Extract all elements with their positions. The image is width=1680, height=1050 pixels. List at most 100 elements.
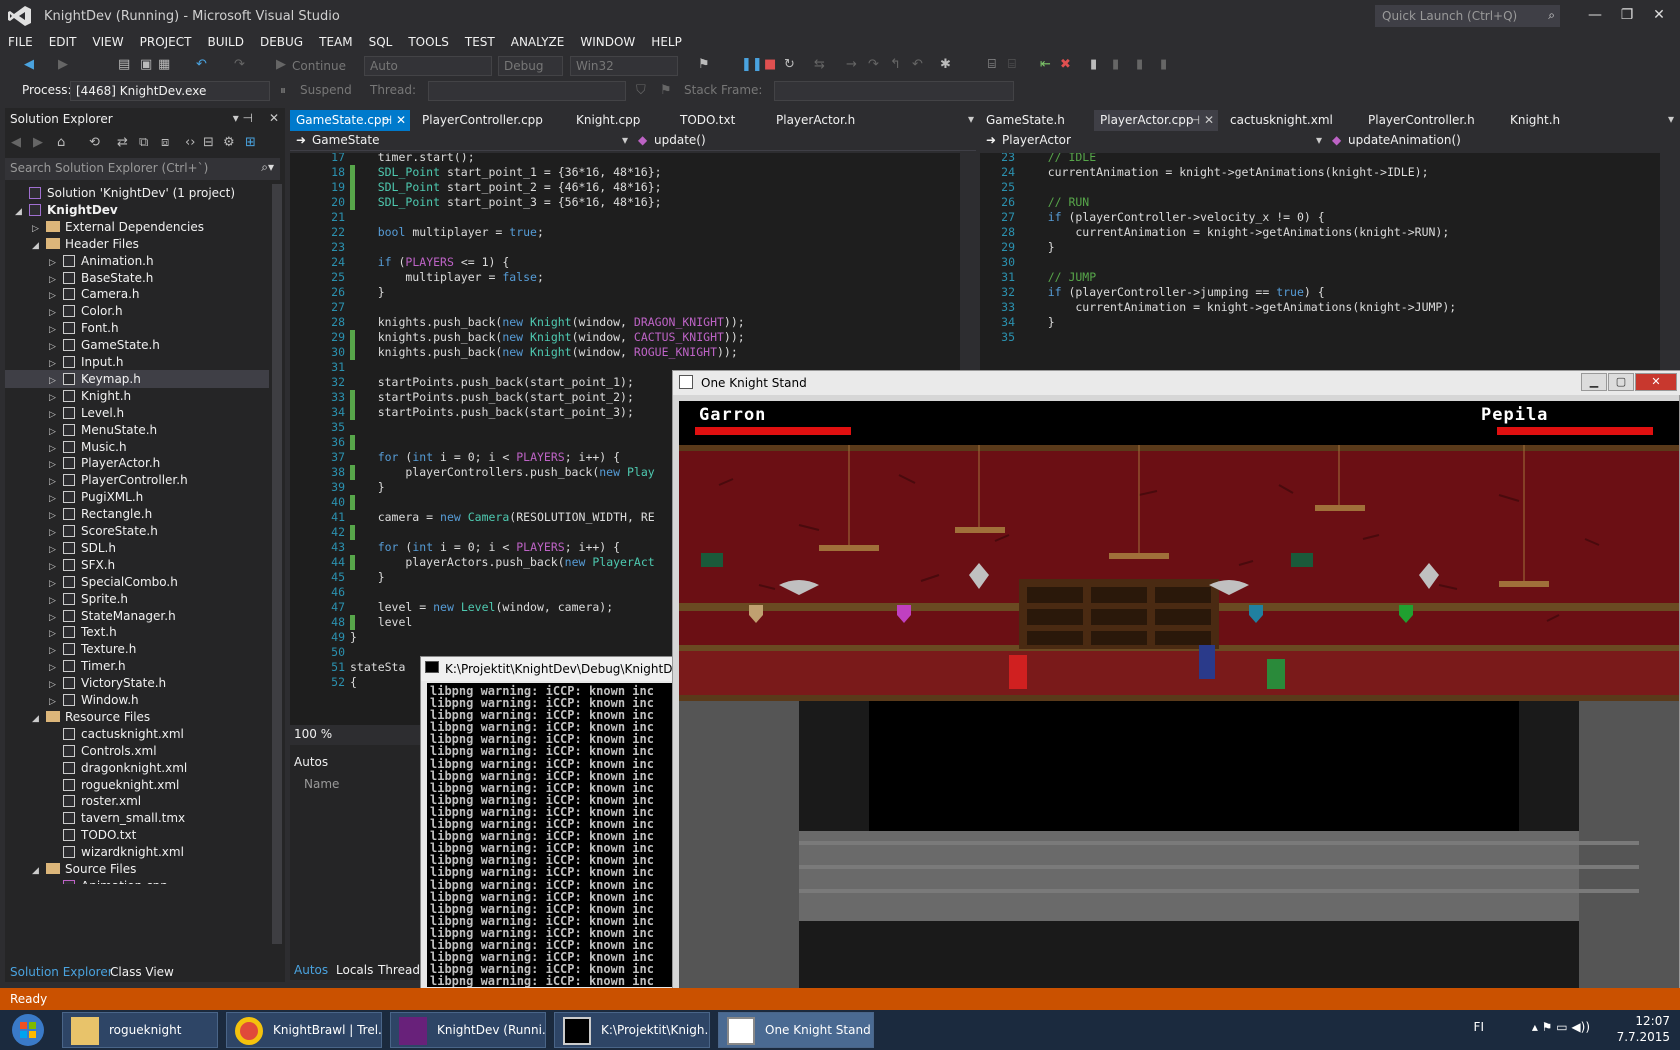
bookmark-icon[interactable]: ▮	[1090, 57, 1097, 72]
tree-item[interactable]: wizardknight.xml	[5, 843, 269, 861]
game-title-bar[interactable]: One Knight Stand ▁ ▢ ✕	[673, 371, 1680, 395]
quick-launch-input[interactable]: Quick Launch (Ctrl+Q) ⌕	[1375, 5, 1560, 27]
start-button-icon[interactable]	[6, 1012, 50, 1048]
bookmark-folder-icon[interactable]: ▮	[1136, 57, 1143, 72]
tree-item[interactable]: TODO.txt	[5, 826, 269, 844]
back-icon[interactable]: ◀	[24, 57, 34, 72]
play-icon[interactable]: ▶	[276, 57, 286, 72]
tree-item[interactable]: ▷ Animation.h	[5, 252, 269, 270]
panel-close-icon[interactable]: ✕	[269, 111, 279, 125]
flag-icon[interactable]: ⚑	[660, 83, 672, 98]
tree-item[interactable]: ▷ StateManager.h	[5, 607, 269, 625]
tab-overflow-icon[interactable]: ▾	[1668, 112, 1674, 126]
clock-time[interactable]: 12:07	[1610, 1014, 1670, 1028]
suspend-icon[interactable]: ⏸	[280, 83, 286, 98]
tree-item[interactable]: ▷ Music.h	[5, 438, 269, 456]
taskbar-console[interactable]: K:\Projektit\Knigh...	[554, 1012, 710, 1048]
tab-locals[interactable]: Locals	[336, 963, 373, 977]
tree-item[interactable]: ◢ Header Files	[5, 235, 269, 253]
tab-knight-h[interactable]: Knight.h	[1504, 110, 1566, 131]
pause-icon[interactable]: ❚❚	[741, 57, 763, 72]
member-dropdown[interactable]: updateAnimation()	[1348, 133, 1461, 147]
tree-item[interactable]: ▷ GameState.h	[5, 336, 269, 354]
zoom-select[interactable]: 100 %	[294, 727, 332, 741]
tab-class-view[interactable]: Class View	[110, 965, 174, 979]
menu-project[interactable]: PROJECT	[132, 32, 200, 52]
menu-file[interactable]: FILE	[0, 32, 41, 52]
console-title-bar[interactable]: K:\Projektit\KnightDev\Debug\KnightDev	[421, 657, 681, 681]
show-all-files-icon[interactable]: ⧈	[161, 135, 169, 150]
redo-icon[interactable]: ↷	[234, 57, 245, 72]
thread-select[interactable]	[428, 81, 626, 101]
tree-item[interactable]: Controls.xml	[5, 742, 269, 760]
expand-icon[interactable]: ▷	[49, 879, 63, 884]
tree-item[interactable]: tavern_small.tmx	[5, 809, 269, 827]
scope-dropdown[interactable]: GameState	[312, 133, 380, 147]
suspend-button[interactable]: Suspend	[300, 83, 352, 97]
tray-icons[interactable]: ▴ ⚑ ▭ ◀))	[1532, 1020, 1590, 1034]
tree-scrollbar[interactable]	[272, 184, 282, 944]
tree-item[interactable]: ▷ Texture.h	[5, 640, 269, 658]
tree-item[interactable]: ◢ Source Files	[5, 860, 269, 878]
pin-icon[interactable]: ▾ ⊣	[233, 111, 253, 125]
game-minimize-button[interactable]: ▁	[1581, 373, 1607, 391]
attach-icon[interactable]: ⚑	[698, 57, 710, 72]
preview-selected-icon[interactable]: ⊞	[245, 135, 256, 150]
tree-item[interactable]: ▷ Text.h	[5, 623, 269, 641]
sync-icon[interactable]: ⟲	[89, 135, 100, 150]
forward-icon[interactable]: ▶	[58, 57, 68, 72]
tab-knight-cpp[interactable]: Knight.cpp	[570, 110, 646, 131]
refresh-icon[interactable]: ⇄	[117, 135, 128, 150]
tree-item[interactable]: ▷ Level.h	[5, 404, 269, 422]
open-icon[interactable]: ▤	[118, 57, 130, 72]
taskbar-rogueknight[interactable]: rogueknight	[62, 1012, 218, 1048]
menu-tools[interactable]: TOOLS	[400, 32, 457, 52]
game-window[interactable]: One Knight Stand ▁ ▢ ✕ Garron Pepila	[672, 370, 1680, 1006]
solution-config-select[interactable]: Auto	[364, 56, 492, 76]
tree-item[interactable]: ▷ BaseState.h	[5, 269, 269, 287]
tree-item[interactable]: ▷ Timer.h	[5, 657, 269, 675]
tree-item[interactable]: ▷ PugiXML.h	[5, 488, 269, 506]
preview-icon[interactable]: ⊟	[203, 135, 214, 150]
taskbar-visual-studio[interactable]: KnightDev (Runni...	[390, 1012, 546, 1048]
platform-select[interactable]: Win32	[570, 56, 678, 76]
taskbar-chrome[interactable]: KnightBrawl | Trel...	[226, 1012, 382, 1048]
clear-bookmarks-icon[interactable]: ✖	[1060, 57, 1071, 72]
menu-test[interactable]: TEST	[457, 32, 503, 52]
tree-item[interactable]: ◢ KnightDev	[5, 201, 269, 219]
step-over-icon[interactable]: ↷	[868, 57, 879, 72]
tree-item[interactable]: ▷ Window.h	[5, 691, 269, 709]
tree-item[interactable]: ▷ Animation.cpp	[5, 877, 269, 884]
chevron-down-icon[interactable]: ▾	[622, 133, 628, 147]
scope-dropdown[interactable]: PlayerActor	[1002, 133, 1071, 147]
menu-debug[interactable]: DEBUG	[252, 32, 311, 52]
tab-todo-txt[interactable]: TODO.txt	[674, 110, 741, 131]
restart-icon[interactable]: ↻	[784, 57, 795, 72]
stop-icon[interactable]: ■	[764, 57, 776, 72]
filter-icon[interactable]: ⛉	[636, 83, 646, 98]
tree-item[interactable]: ▷ Knight.h	[5, 387, 269, 405]
tree-item[interactable]: dragonknight.xml	[5, 759, 269, 777]
tree-item[interactable]: ▷ PlayerController.h	[5, 471, 269, 489]
tree-item[interactable]: ▷ Sprite.h	[5, 590, 269, 608]
tree-item[interactable]: ▷ Font.h	[5, 319, 269, 337]
save-icon[interactable]: ▣	[140, 57, 152, 72]
show-next-statement-icon[interactable]: ⇆	[814, 57, 825, 72]
hex-icon[interactable]: ✱	[940, 57, 951, 72]
tab-playeractor-cpp[interactable]: PlayerActor.cpp ⊣ ✕	[1094, 110, 1218, 131]
tab-playercontroller-h[interactable]: PlayerController.h	[1362, 110, 1481, 131]
tree-item[interactable]: ▷ ScoreState.h	[5, 522, 269, 540]
menu-analyze[interactable]: ANALYZE	[503, 32, 573, 52]
clock-date[interactable]: 7.7.2015	[1610, 1030, 1670, 1044]
tree-item[interactable]: rogueknight.xml	[5, 776, 269, 794]
tree-item[interactable]: ▷ Keymap.h	[5, 369, 269, 388]
comment-icon[interactable]: ⌸	[988, 57, 996, 72]
tab-playeractor-h[interactable]: PlayerActor.h	[770, 110, 861, 131]
tab-playercontroller-cpp[interactable]: PlayerController.cpp	[416, 110, 549, 131]
tab-threads[interactable]: Thread	[378, 963, 420, 977]
tab-cactusknight-xml[interactable]: cactusknight.xml	[1224, 110, 1339, 131]
tree-item[interactable]: ▷ Color.h	[5, 302, 269, 320]
taskbar-one-knight-stand[interactable]: One Knight Stand	[718, 1012, 874, 1048]
tree-item[interactable]: ▷ Camera.h	[5, 285, 269, 303]
undo-icon[interactable]: ↶	[196, 57, 207, 72]
